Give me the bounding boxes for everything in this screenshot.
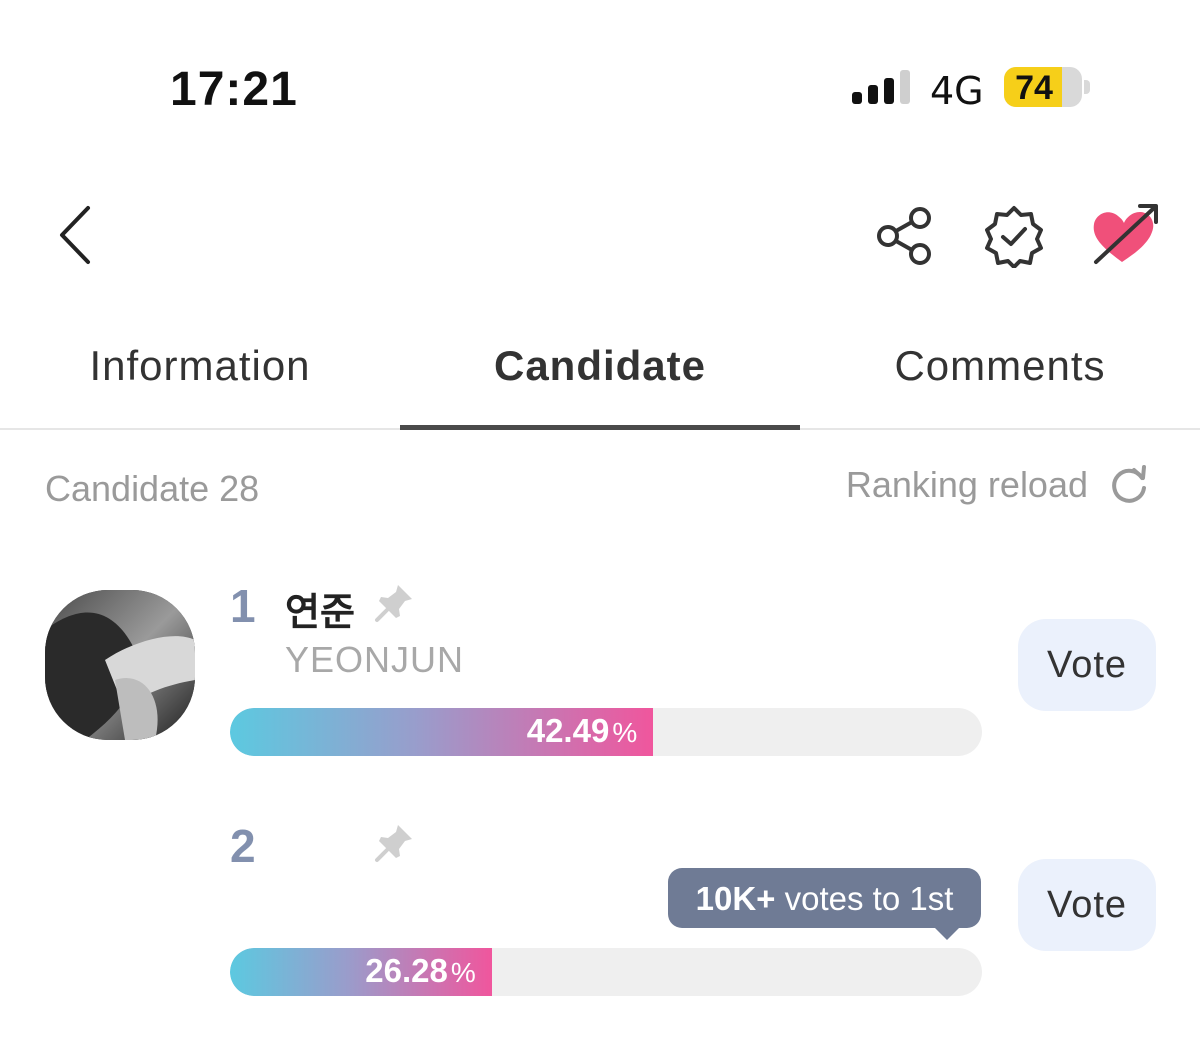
vote-progress-fill: 26.28% bbox=[230, 948, 492, 996]
battery-level-text: 74 bbox=[1015, 69, 1053, 107]
tab-information[interactable]: Information bbox=[0, 330, 400, 428]
ranking-reload-button[interactable]: Ranking reload bbox=[846, 464, 1150, 506]
candidate-name-en: YEONJUN bbox=[285, 639, 465, 680]
vote-percent-value: 42.49 bbox=[526, 712, 610, 749]
vote-percent-unit: % bbox=[612, 717, 638, 748]
rank-number: 2 bbox=[230, 820, 256, 872]
reload-icon bbox=[1112, 465, 1146, 503]
status-time: 17:21 bbox=[170, 63, 298, 116]
votes-gap-tooltip: 10K+ votes to 1st bbox=[668, 868, 981, 940]
verified-badge-icon[interactable] bbox=[982, 204, 1046, 268]
candidate-row-1: 1 연준 YEONJUN 42.49% Vote bbox=[0, 575, 1200, 775]
vote-button[interactable]: Vote bbox=[1018, 619, 1156, 711]
tooltip-strong: 10K+ bbox=[695, 880, 776, 917]
battery-tip bbox=[1084, 80, 1090, 94]
pin-icon[interactable] bbox=[372, 581, 416, 625]
tab-comments[interactable]: Comments bbox=[800, 330, 1200, 428]
candidate-row-2: 2 10K+ votes to 1st 26.28% Vote bbox=[0, 815, 1200, 1015]
pin-icon[interactable] bbox=[372, 821, 416, 865]
vote-percent: 26.28% bbox=[365, 952, 476, 990]
vote-progress-bar: 42.49% bbox=[230, 708, 982, 756]
vote-button[interactable]: Vote bbox=[1018, 859, 1156, 951]
vote-progress-fill: 42.49% bbox=[230, 708, 654, 756]
ranking-reload-label: Ranking reload bbox=[845, 464, 1088, 505]
avatar-photo bbox=[45, 590, 195, 740]
vote-percent: 42.49% bbox=[527, 712, 638, 750]
network-type: 4G bbox=[930, 69, 984, 113]
vote-percent-value: 26.28 bbox=[365, 952, 448, 989]
vote-progress-bar: 26.28% bbox=[230, 948, 982, 996]
candidate-name: 연준 bbox=[285, 590, 355, 634]
avatar[interactable] bbox=[45, 590, 195, 740]
rank-number: 1 bbox=[230, 580, 256, 632]
back-chevron-icon[interactable] bbox=[50, 200, 100, 270]
tooltip-text: votes to 1st bbox=[775, 880, 954, 917]
candidate-count: Candidate 28 bbox=[45, 468, 260, 509]
battery-indicator: 74 bbox=[1004, 67, 1082, 107]
cupid-heart-icon[interactable] bbox=[1088, 200, 1160, 268]
vote-percent-unit: % bbox=[450, 957, 476, 988]
tab-candidate[interactable]: Candidate bbox=[400, 330, 800, 430]
tab-bar: Information Candidate Comments bbox=[0, 330, 1200, 430]
share-icon[interactable] bbox=[874, 206, 934, 266]
signal-strength-icon bbox=[852, 70, 910, 104]
